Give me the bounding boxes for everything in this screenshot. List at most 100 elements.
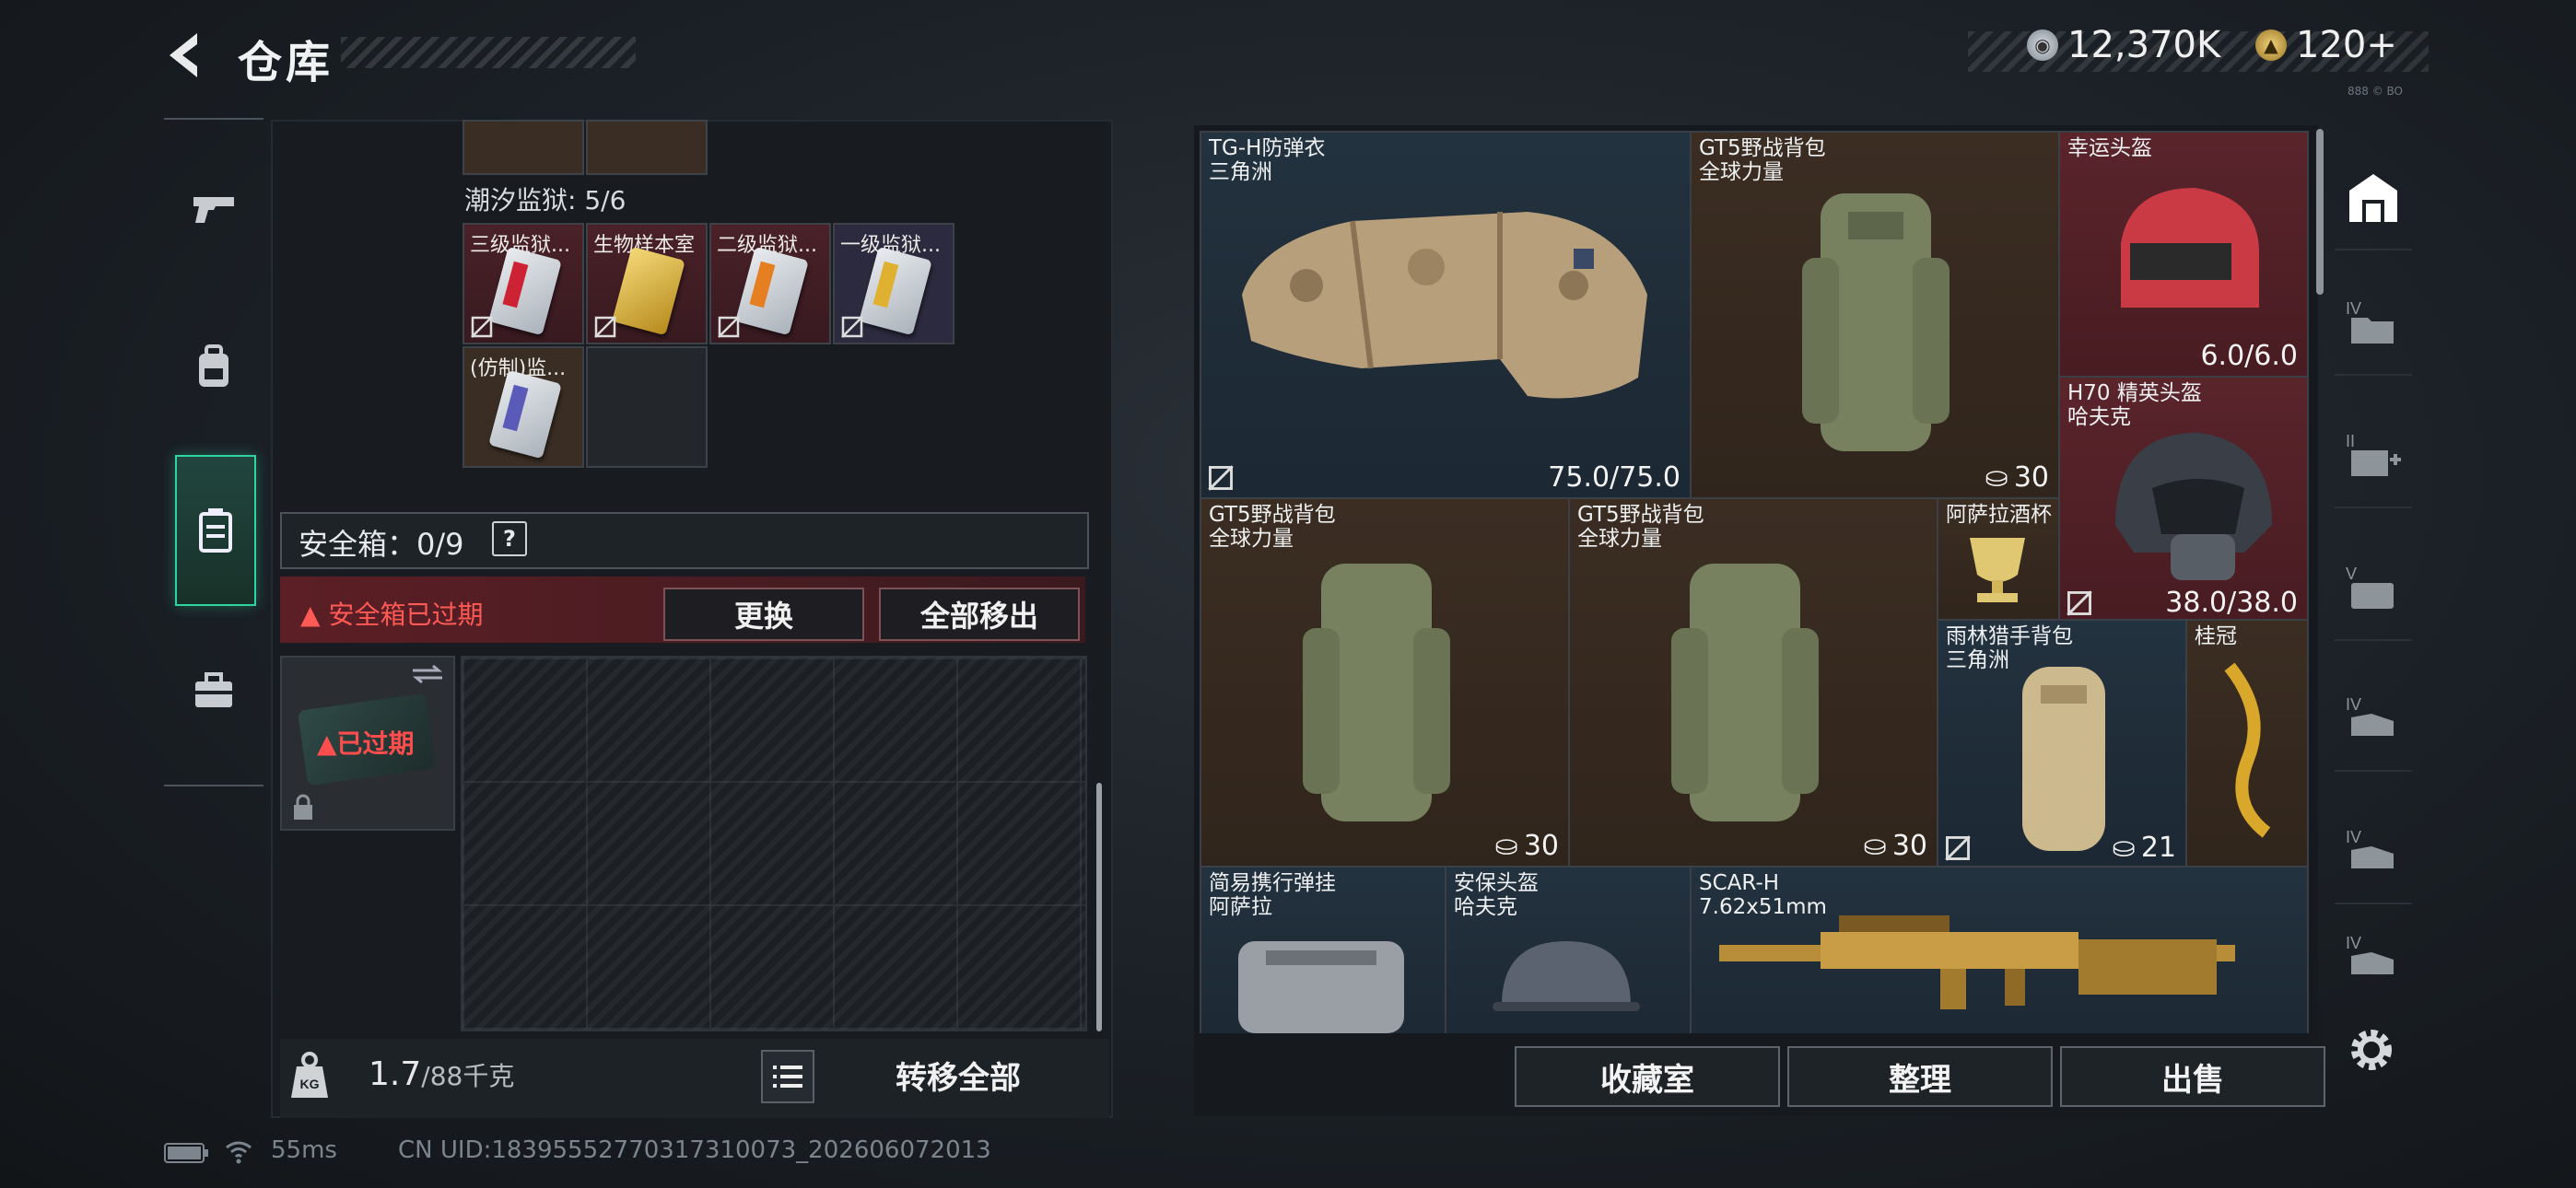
item-goblet[interactable]: 阿萨拉酒杯 <box>1937 497 2060 621</box>
hand-tier-icon: IV <box>2346 934 2394 974</box>
swap-icon <box>412 664 443 684</box>
item-security-helmet[interactable]: 安保头盔 哈夫克 <box>1445 866 1692 1033</box>
backpack-image <box>1802 193 1950 451</box>
warehouse-tab-2[interactable]: II <box>2335 405 2412 508</box>
svg-text:IV: IV <box>2346 695 2361 714</box>
weight-icon-label: KG <box>300 1077 320 1091</box>
durability-value: 6.0/6.0 <box>2200 340 2298 372</box>
battery-icon <box>164 1143 208 1163</box>
list-view-button[interactable] <box>761 1050 814 1103</box>
body-armor-image <box>1242 212 1647 399</box>
version-text: 888 © BO <box>2348 85 2403 98</box>
lock-icon <box>294 794 312 820</box>
list-icon <box>773 1066 802 1088</box>
svg-text:IV: IV <box>2346 934 2361 952</box>
expired-message: ▲ 安全箱已过期 <box>300 600 484 630</box>
key-card-image <box>488 369 562 460</box>
back-arrow-icon <box>170 33 197 77</box>
empty-slot[interactable] <box>586 346 708 468</box>
key-card-slot[interactable]: 一级监狱... <box>833 223 954 344</box>
rail-containers[interactable] <box>175 455 256 606</box>
partial-card-slot[interactable] <box>463 120 584 175</box>
safe-case-slot[interactable]: ▲已过期 <box>280 656 455 831</box>
warehouse-tab-1[interactable]: IV <box>2335 273 2412 376</box>
item-scar-h[interactable]: SCAR-H 7.62x51mm <box>1690 866 2309 1033</box>
capacity-value: ⛀ 30 <box>1985 461 2049 494</box>
gold-currency[interactable]: ▲ 120+ <box>2255 24 2397 66</box>
warehouse-icon <box>2349 174 2397 222</box>
page-title: 仓库 <box>238 37 334 88</box>
capacity-value: ⛀ 30 <box>1863 830 1927 862</box>
key-card-slot[interactable]: 三级监狱... <box>463 223 584 344</box>
key-card-image <box>859 246 932 336</box>
item-name: TG-H防弹衣 三角洲 <box>1209 136 1326 184</box>
ping-text: 55ms <box>271 1136 337 1164</box>
gold-amount: 120+ <box>2296 24 2397 66</box>
backpack-image <box>1303 564 1450 821</box>
item-rainforest-backpack[interactable]: 雨林猎手背包 三角洲 ⛀ 21 <box>1937 619 2187 869</box>
remove-all-button[interactable]: 全部移出 <box>879 588 1080 641</box>
weight-tag-icon: ⛀ <box>1494 830 1518 862</box>
key-card-slot[interactable]: 二级监狱... <box>709 223 831 344</box>
silver-coin-icon: ◉ <box>2027 29 2058 61</box>
item-name: 阿萨拉酒杯 <box>1946 503 2052 527</box>
key-card-slot[interactable]: (仿制)监... <box>463 346 584 468</box>
collection-room-button[interactable]: 收藏室 <box>1515 1046 1780 1107</box>
hand-tier-icon: IV <box>2346 695 2394 736</box>
warehouse-tab-4[interactable]: IV <box>2335 669 2412 772</box>
weight-tag-icon: ⛀ <box>1985 461 2008 494</box>
case-icon <box>199 508 232 553</box>
svg-text:IV: IV <box>2346 828 2361 846</box>
uid-text: CN UID:18395552770317310073_202606072013 <box>398 1136 991 1164</box>
gold-coin-icon: ▲ <box>2255 29 2287 61</box>
warehouse-tab-5[interactable]: IV <box>2335 801 2412 904</box>
replace-button[interactable]: 更换 <box>663 588 864 641</box>
rail-weapons[interactable] <box>175 134 252 282</box>
warehouse-tab-6[interactable]: IV <box>2335 921 2412 995</box>
no-trade-icon <box>718 316 740 338</box>
warning-icon: ▲ <box>300 600 329 630</box>
hand-tier-icon: IV <box>2346 828 2394 868</box>
durability-value: 75.0/75.0 <box>1548 461 1680 494</box>
item-body-armor[interactable]: TG-H防弹衣 三角洲 75.0/75.0 <box>1200 131 1692 499</box>
item-backpack[interactable]: GT5野战背包 全球力量 ⛀ 30 <box>1200 497 1570 868</box>
rail-equipment[interactable] <box>175 293 252 440</box>
svg-text:IV: IV <box>2346 299 2361 318</box>
folder-tier-icon: IV <box>2346 299 2394 344</box>
item-laurel[interactable]: 桂冠 <box>2185 619 2309 869</box>
weight-tag-icon: ⛀ <box>1863 830 1887 862</box>
partial-card-slot[interactable] <box>586 120 708 175</box>
item-chest-rig[interactable]: 简易携行弹挂 阿萨拉 <box>1200 866 1446 1033</box>
durability-value: 38.0/38.0 <box>2165 587 2298 619</box>
item-backpack[interactable]: GT5野战背包 全球力量 ⛀ 30 <box>1690 131 2060 499</box>
sell-button[interactable]: 出售 <box>2060 1046 2325 1107</box>
weight-value: 1.7/88千克 <box>369 1055 515 1093</box>
warehouse-grid: TG-H防弹衣 三角洲 75.0/75.0 GT5野战背包 全球力量 ⛀ 30 幸… <box>1200 131 2309 1033</box>
inventory-scrollbar[interactable] <box>1096 783 1102 1031</box>
svg-text:V: V <box>2346 565 2357 583</box>
item-backpack[interactable]: GT5野战背包 全球力量 ⛀ 30 <box>1568 497 1938 868</box>
item-name: 安保头盔 哈夫克 <box>1454 871 1539 919</box>
no-trade-icon <box>841 316 863 338</box>
item-lucky-helmet[interactable]: 幸运头盔 6.0/6.0 <box>2058 131 2309 378</box>
silver-currency[interactable]: ◉ 12,370K <box>2027 24 2220 66</box>
key-card-slot[interactable]: 生物样本室 <box>586 223 708 344</box>
helmet-image <box>1493 941 1640 1011</box>
sort-button[interactable]: 整理 <box>1787 1046 2053 1107</box>
safe-box-label: 安全箱：0/9 <box>299 527 464 562</box>
settings-gear-icon[interactable] <box>2346 1024 2397 1076</box>
backpack-image <box>1671 564 1819 821</box>
warehouse-scrollbar[interactable] <box>2316 129 2324 295</box>
back-button[interactable] <box>162 28 208 83</box>
warehouse-tab-main[interactable] <box>2335 147 2412 250</box>
safe-box-grid[interactable] <box>461 656 1087 1031</box>
help-button[interactable]: ? <box>492 521 527 556</box>
capacity-value: ⛀ 30 <box>1494 830 1559 862</box>
rail-supplies[interactable] <box>175 617 252 764</box>
chest-rig-image <box>1238 941 1404 1033</box>
item-elite-helmet[interactable]: H70 精英头盔 哈夫克 38.0/38.0 <box>2058 376 2309 624</box>
transfer-all-button[interactable]: 转移全部 <box>857 1050 1060 1100</box>
backpack-icon <box>199 344 228 387</box>
warehouse-tab-3[interactable]: V <box>2335 538 2412 641</box>
backpack-image <box>2022 667 2105 851</box>
